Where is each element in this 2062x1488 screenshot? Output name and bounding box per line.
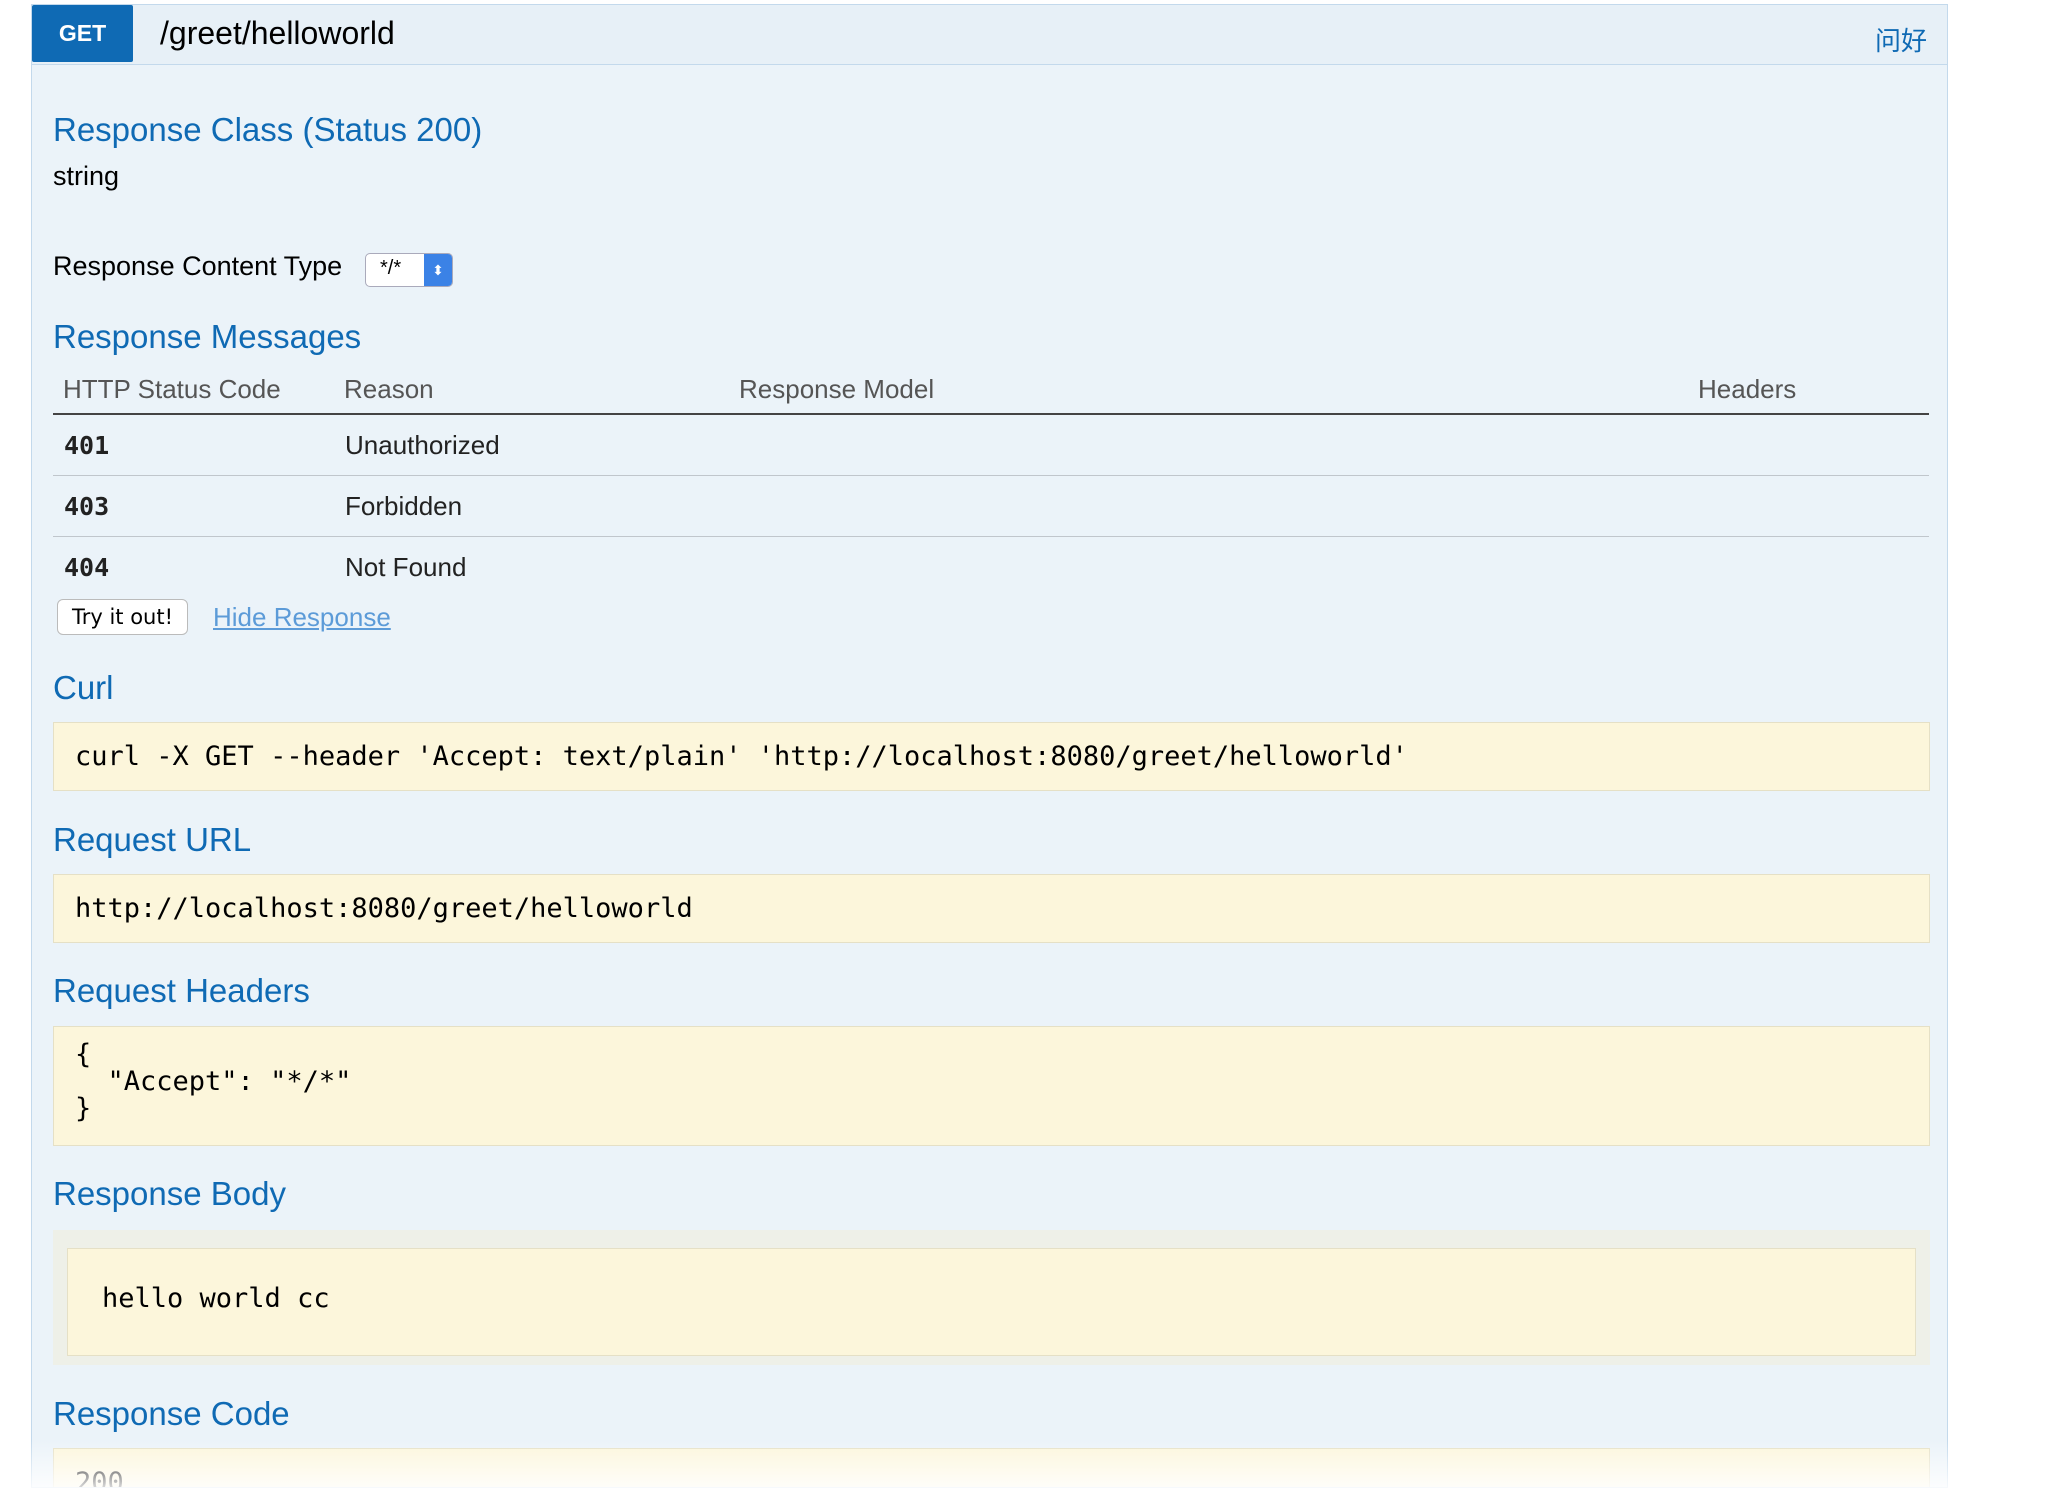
headers-cell [1688,475,1929,537]
model-cell [729,537,1688,598]
status-code-cell: 404 [64,552,110,582]
curl-heading: Curl [53,669,114,706]
response-code-heading: Response Code [53,1395,290,1432]
column-header: Response Model [729,365,1688,415]
response-class-type: string [53,161,120,191]
status-code-cell: 401 [53,414,334,476]
operation-panel: GET /greet/helloworld 问好 Response Class … [31,4,1948,1488]
reason-cell: Not Found [345,551,467,582]
response-body-heading: Response Body [53,1175,286,1212]
content-type-select[interactable]: */* ⬍ [365,253,453,287]
response-messages-table: HTTP Status Code Reason Response Model H… [53,365,1929,597]
model-cell [729,414,1688,476]
table-row: 404 Not Found [53,537,1929,598]
http-method-badge[interactable]: GET [32,5,133,62]
try-it-out-button[interactable]: Try it out! [57,599,188,635]
operation-heading[interactable]: GET /greet/helloworld 问好 [32,5,1947,65]
headers-cell [1688,414,1929,476]
content-type-value: */* [380,257,402,279]
response-code-block[interactable]: 200 [53,1448,1930,1487]
curl-command-block[interactable]: curl -X GET --header 'Accept: text/plain… [53,722,1930,791]
response-body-block[interactable]: hello world cc [67,1248,1916,1356]
request-url-heading: Request URL [53,821,252,858]
headers-cell [1688,537,1929,598]
request-headers-block[interactable]: { "Accept": "*/*" } [53,1026,1930,1146]
table-row: 401 Unauthorized [53,414,1929,476]
model-cell [729,475,1688,537]
request-url-block[interactable]: http://localhost:8080/greet/helloworld [53,874,1930,943]
table-row: 403 Forbidden [53,475,1929,537]
reason-cell: Forbidden [334,475,729,537]
response-body-wrapper: hello world cc [53,1230,1930,1365]
column-header: Reason [334,365,729,415]
column-header: HTTP Status Code [53,365,334,415]
hide-response-link[interactable]: Hide Response [213,602,391,633]
select-arrows-icon: ⬍ [424,254,452,286]
endpoint-path[interactable]: /greet/helloworld [160,15,395,52]
table-header-row: HTTP Status Code Reason Response Model H… [53,365,1929,415]
reason-cell: Unauthorized [334,414,729,476]
endpoint-summary[interactable]: 问好 [1875,21,1927,58]
response-messages-heading: Response Messages [53,318,362,355]
request-headers-heading: Request Headers [53,972,310,1009]
content-type-label: Response Content Type [53,251,343,281]
status-code-cell: 403 [53,475,334,537]
column-header: Headers [1688,365,1929,415]
response-class-heading: Response Class (Status 200) [53,111,483,148]
